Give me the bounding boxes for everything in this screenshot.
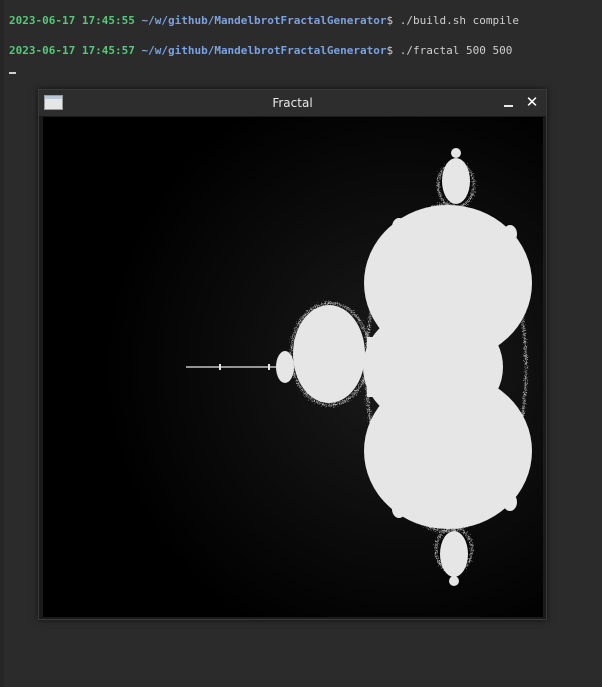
terminal-line-1: 2023-06-17 17:45:55 ~/w/github/Mandelbro… bbox=[9, 14, 519, 28]
fractal-canvas bbox=[43, 117, 543, 617]
terminal-line-2: 2023-06-17 17:45:57 ~/w/github/Mandelbro… bbox=[9, 44, 512, 58]
fractal-window[interactable]: Fractal ✕ bbox=[38, 89, 547, 620]
minimize-icon[interactable] bbox=[504, 105, 513, 107]
close-icon[interactable]: ✕ bbox=[525, 94, 539, 110]
window-title: Fractal bbox=[272, 96, 313, 110]
working-directory: ~/w/github/MandelbrotFractalGenerator bbox=[141, 44, 387, 57]
command-text: ./fractal 500 500 bbox=[393, 44, 513, 57]
working-directory: ~/w/github/MandelbrotFractalGenerator bbox=[141, 14, 387, 27]
timestamp: 2023-06-17 17:45:55 bbox=[9, 14, 135, 27]
timestamp: 2023-06-17 17:45:57 bbox=[9, 44, 135, 57]
terminal-window[interactable]: 2023-06-17 17:45:55 ~/w/github/Mandelbro… bbox=[0, 0, 602, 687]
command-text: ./build.sh compile bbox=[393, 14, 519, 27]
terminal-cursor bbox=[9, 72, 16, 74]
terminal-left-edge bbox=[0, 0, 4, 687]
window-titlebar[interactable]: Fractal ✕ bbox=[39, 90, 546, 116]
